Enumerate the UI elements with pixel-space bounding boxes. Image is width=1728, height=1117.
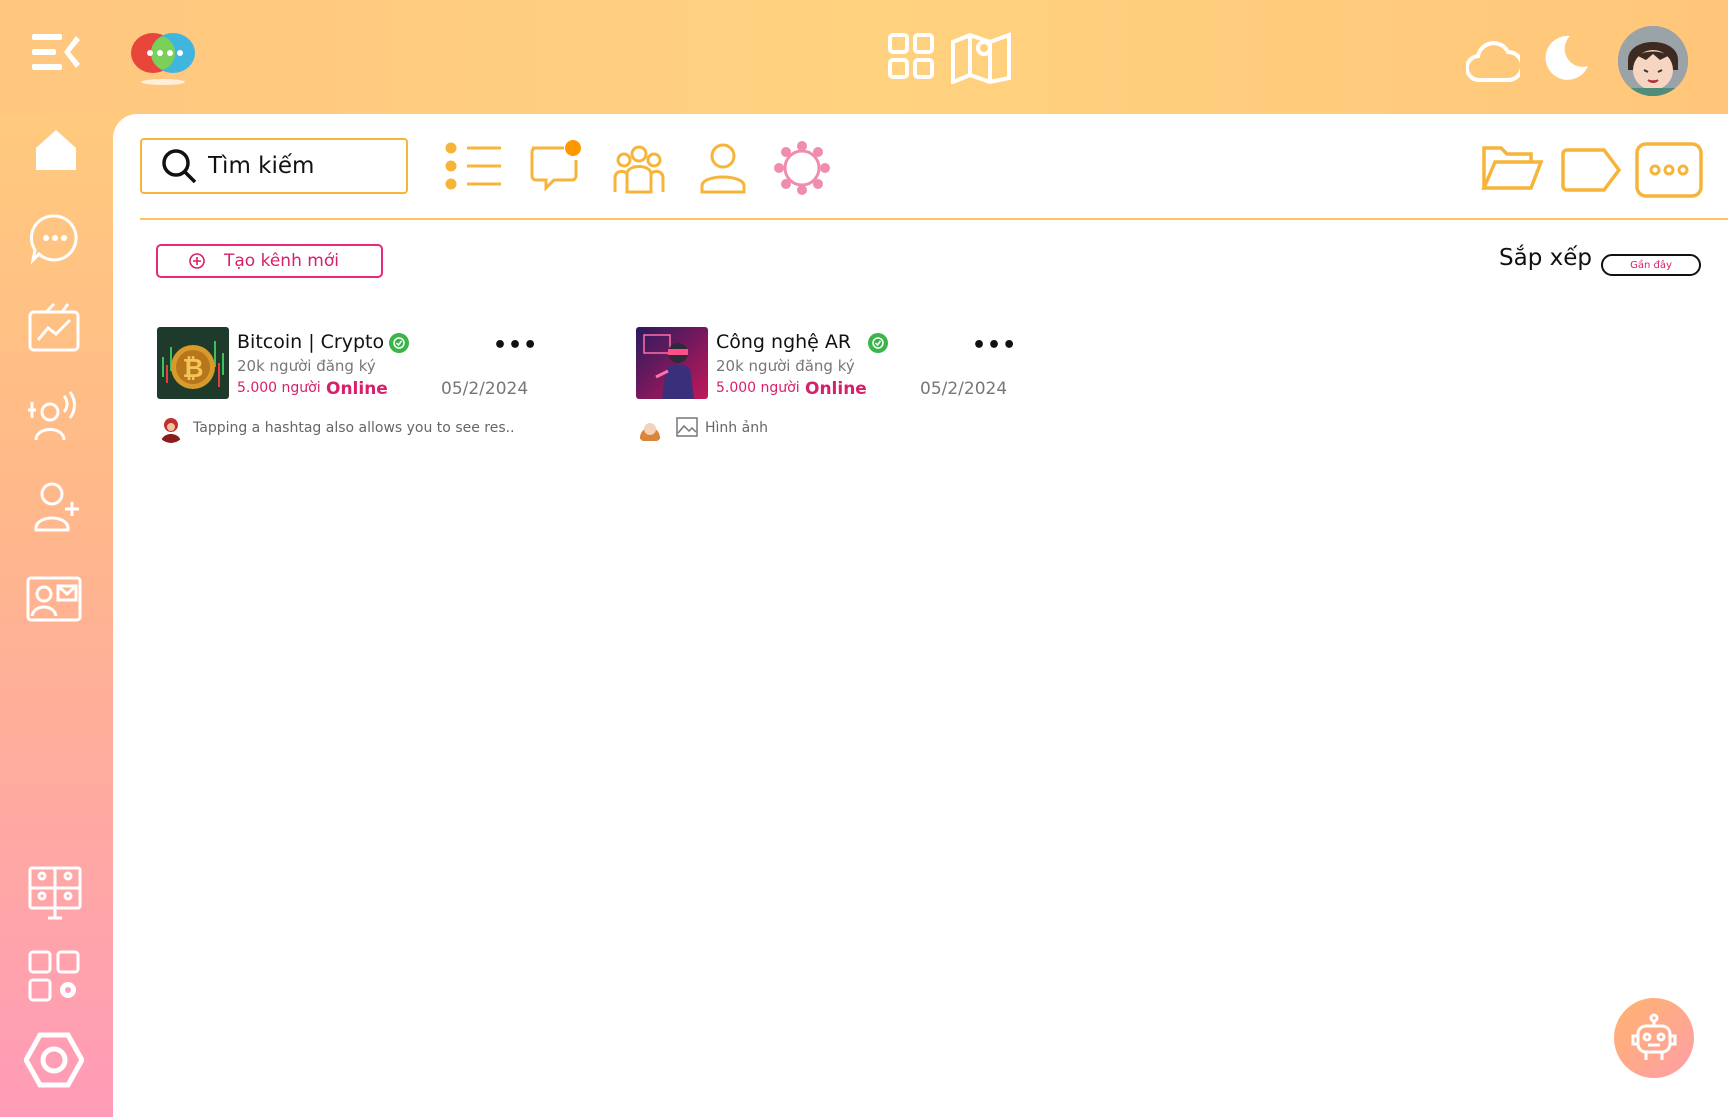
app-logo-icon[interactable] xyxy=(128,28,198,86)
search-input[interactable] xyxy=(208,153,388,179)
sort-dropdown[interactable]: Gần đây xyxy=(1601,254,1701,276)
last-message: Tapping a hashtag also allows you to see… xyxy=(193,420,515,436)
group-icon[interactable] xyxy=(613,144,665,194)
subscriber-count: 20k người đăng ký xyxy=(716,357,855,375)
video-conference-icon[interactable] xyxy=(28,866,82,920)
apps-settings-icon[interactable] xyxy=(28,950,82,1004)
online-count: 5.000 người xyxy=(237,380,321,396)
notification-chat-icon[interactable] xyxy=(528,138,582,192)
sidebar xyxy=(0,0,113,1117)
image-icon xyxy=(676,417,698,437)
network-icon[interactable] xyxy=(773,140,831,196)
add-user-icon[interactable] xyxy=(30,480,82,532)
hexagon-icon[interactable] xyxy=(24,1030,84,1090)
grid-icon[interactable] xyxy=(887,32,935,80)
tag-icon[interactable] xyxy=(1560,148,1622,192)
last-sender-avatar xyxy=(636,415,664,443)
cloud-icon[interactable] xyxy=(1466,34,1520,84)
create-channel-label: Tạo kênh mới xyxy=(224,251,339,271)
online-count: 5.000 người xyxy=(716,380,800,396)
channel-date: 05/2/2024 xyxy=(441,379,529,399)
chatbot-button[interactable] xyxy=(1614,998,1694,1078)
verified-icon xyxy=(868,333,888,353)
main-panel: Tạo kênh mới Sắp xếp Gần đây ₿ Bitcoin |… xyxy=(113,114,1728,1117)
folder-icon[interactable] xyxy=(1481,144,1543,192)
toolbar-divider xyxy=(140,218,1728,220)
moon-icon[interactable] xyxy=(1540,32,1590,82)
last-message: Hình ảnh xyxy=(705,420,768,436)
channel-more-button[interactable]: ••• xyxy=(972,333,1017,358)
channel-card[interactable]: Công nghệ AR ••• 20k người đăng ký 5.000… xyxy=(636,327,1016,447)
home-icon[interactable] xyxy=(32,126,80,174)
channel-more-button[interactable]: ••• xyxy=(493,333,538,358)
more-icon[interactable] xyxy=(1635,142,1703,198)
list-icon[interactable] xyxy=(445,142,503,190)
user-avatar[interactable] xyxy=(1618,26,1688,96)
map-icon[interactable] xyxy=(950,30,1012,84)
channel-name: Công nghệ AR xyxy=(716,331,852,353)
channel-thumbnail xyxy=(636,327,708,399)
user-icon[interactable] xyxy=(699,142,747,194)
last-sender-avatar xyxy=(157,415,185,443)
channel-name: Bitcoin | Crypto xyxy=(237,331,385,353)
search-icon xyxy=(160,147,198,185)
create-channel-button[interactable]: Tạo kênh mới xyxy=(156,244,383,278)
collapse-menu-icon[interactable] xyxy=(30,30,80,74)
sort-label: Sắp xếp xyxy=(1499,245,1592,271)
live-tv-icon[interactable] xyxy=(26,300,82,356)
contact-card-icon[interactable] xyxy=(26,576,82,624)
search-box[interactable] xyxy=(140,138,408,194)
subscriber-count: 20k người đăng ký xyxy=(237,357,376,375)
chat-icon[interactable] xyxy=(29,212,81,264)
online-status: Online xyxy=(805,379,867,399)
svg-text:₿: ₿ xyxy=(182,354,203,384)
channel-date: 05/2/2024 xyxy=(920,379,1008,399)
add-circle-icon xyxy=(188,252,206,270)
channel-thumbnail: ₿ xyxy=(157,327,229,399)
channel-card[interactable]: ₿ Bitcoin | Crypto ••• 20k người đăng ký… xyxy=(157,327,537,447)
voice-user-icon[interactable] xyxy=(28,390,80,442)
online-status: Online xyxy=(326,379,388,399)
verified-icon xyxy=(389,333,409,353)
